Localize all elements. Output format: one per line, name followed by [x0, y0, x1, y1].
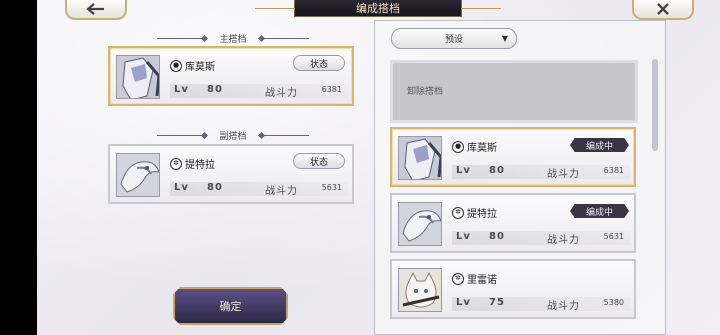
page-title-text: 编成搭档	[356, 2, 400, 15]
character-name: 库莫斯	[467, 143, 497, 154]
level-label: Lv	[456, 165, 471, 176]
power-value: 5380	[603, 298, 624, 307]
main-partner-heading: 主搭档	[110, 32, 356, 45]
character-portrait	[398, 136, 442, 180]
stats-row: Lv 80 战斗力 6381	[452, 165, 630, 180]
status-badge: 编成中	[570, 138, 629, 152]
character-name: 提特拉	[185, 160, 215, 171]
character-portrait	[398, 202, 442, 246]
power-label: 战斗力	[547, 301, 580, 312]
back-button[interactable]	[65, 0, 127, 20]
close-button[interactable]	[632, 0, 694, 20]
power-value: 5631	[603, 232, 624, 241]
character-portrait	[398, 268, 442, 312]
level-label: Lv	[456, 297, 471, 308]
level-value: 80	[489, 231, 505, 242]
remove-partner-button[interactable]: 卸除搭档	[390, 60, 638, 123]
power-label: 战斗力	[547, 235, 580, 246]
confirm-label: 确定	[219, 300, 242, 313]
partner-list-panel: 预设 ▼ 卸除搭档 ● 库莫斯 编成中 Lv 80 战斗力 6381 ✲ 提特拉…	[374, 20, 666, 335]
status-button[interactable]: 状态	[293, 153, 345, 169]
eye-icon: ●	[452, 140, 464, 153]
character-name: 库莫斯	[185, 62, 215, 73]
power-value: 5631	[321, 183, 342, 192]
sub-partner-heading: 副搭档	[110, 129, 356, 142]
swirl-icon: ✲	[452, 206, 464, 219]
chevron-down-icon: ▼	[501, 34, 508, 43]
level-label: Lv	[456, 231, 471, 242]
power-label: 战斗力	[265, 186, 298, 197]
list-item[interactable]: ● 库莫斯 编成中 Lv 80 战斗力 6381	[390, 127, 636, 187]
eye-icon: ●	[170, 59, 182, 72]
confirm-button[interactable]: 确定	[173, 287, 288, 325]
page-title: 编成搭档	[255, 0, 501, 17]
power-value: 6381	[321, 85, 342, 94]
character-portrait	[116, 153, 160, 197]
level-value: 75	[489, 297, 505, 308]
level-value: 80	[207, 84, 223, 95]
preset-label: 预设	[444, 35, 463, 45]
main-partner-card[interactable]: ● 库莫斯 状态 Lv 80 战斗力 6381	[108, 46, 354, 106]
character-name: 里雷诺	[467, 275, 497, 286]
power-value: 6381	[603, 166, 624, 175]
power-label: 战斗力	[547, 169, 580, 180]
remove-partner-label: 卸除搭档	[407, 87, 444, 97]
level-label: Lv	[174, 182, 189, 193]
stats-row: Lv 75 战斗力 5380	[452, 297, 630, 312]
arrow-left-icon	[86, 3, 104, 15]
character-name: 提特拉	[467, 209, 497, 220]
level-label: Lv	[174, 84, 189, 95]
stats-row: Lv 80 战斗力 6381	[170, 84, 348, 99]
sub-partner-card[interactable]: ✲ 提特拉 状态 Lv 80 战斗力 5631	[108, 144, 354, 204]
status-button[interactable]: 状态	[293, 55, 345, 71]
close-icon	[657, 3, 669, 15]
swirl-icon: ✲	[452, 272, 464, 285]
stats-row: Lv 80 战斗力 5631	[452, 231, 630, 246]
level-value: 80	[489, 165, 505, 176]
scrollbar-thumb[interactable]	[652, 59, 658, 151]
stats-row: Lv 80 战斗力 5631	[170, 182, 348, 197]
character-portrait	[116, 55, 160, 99]
status-badge: 编成中	[570, 204, 629, 218]
preset-dropdown[interactable]: 预设 ▼	[391, 28, 517, 49]
list-item[interactable]: ✲ 提特拉 编成中 Lv 80 战斗力 5631	[390, 193, 636, 253]
swirl-icon: ✲	[170, 157, 182, 170]
game-screen: 编成搭档 主搭档 ● 库莫斯 状态 Lv 80 战斗力 6381 副搭档 ✲ 提…	[37, 0, 720, 335]
list-item[interactable]: ✲ 里雷诺 Lv 75 战斗力 5380	[390, 259, 636, 319]
level-value: 80	[207, 182, 223, 193]
power-label: 战斗力	[265, 88, 298, 99]
